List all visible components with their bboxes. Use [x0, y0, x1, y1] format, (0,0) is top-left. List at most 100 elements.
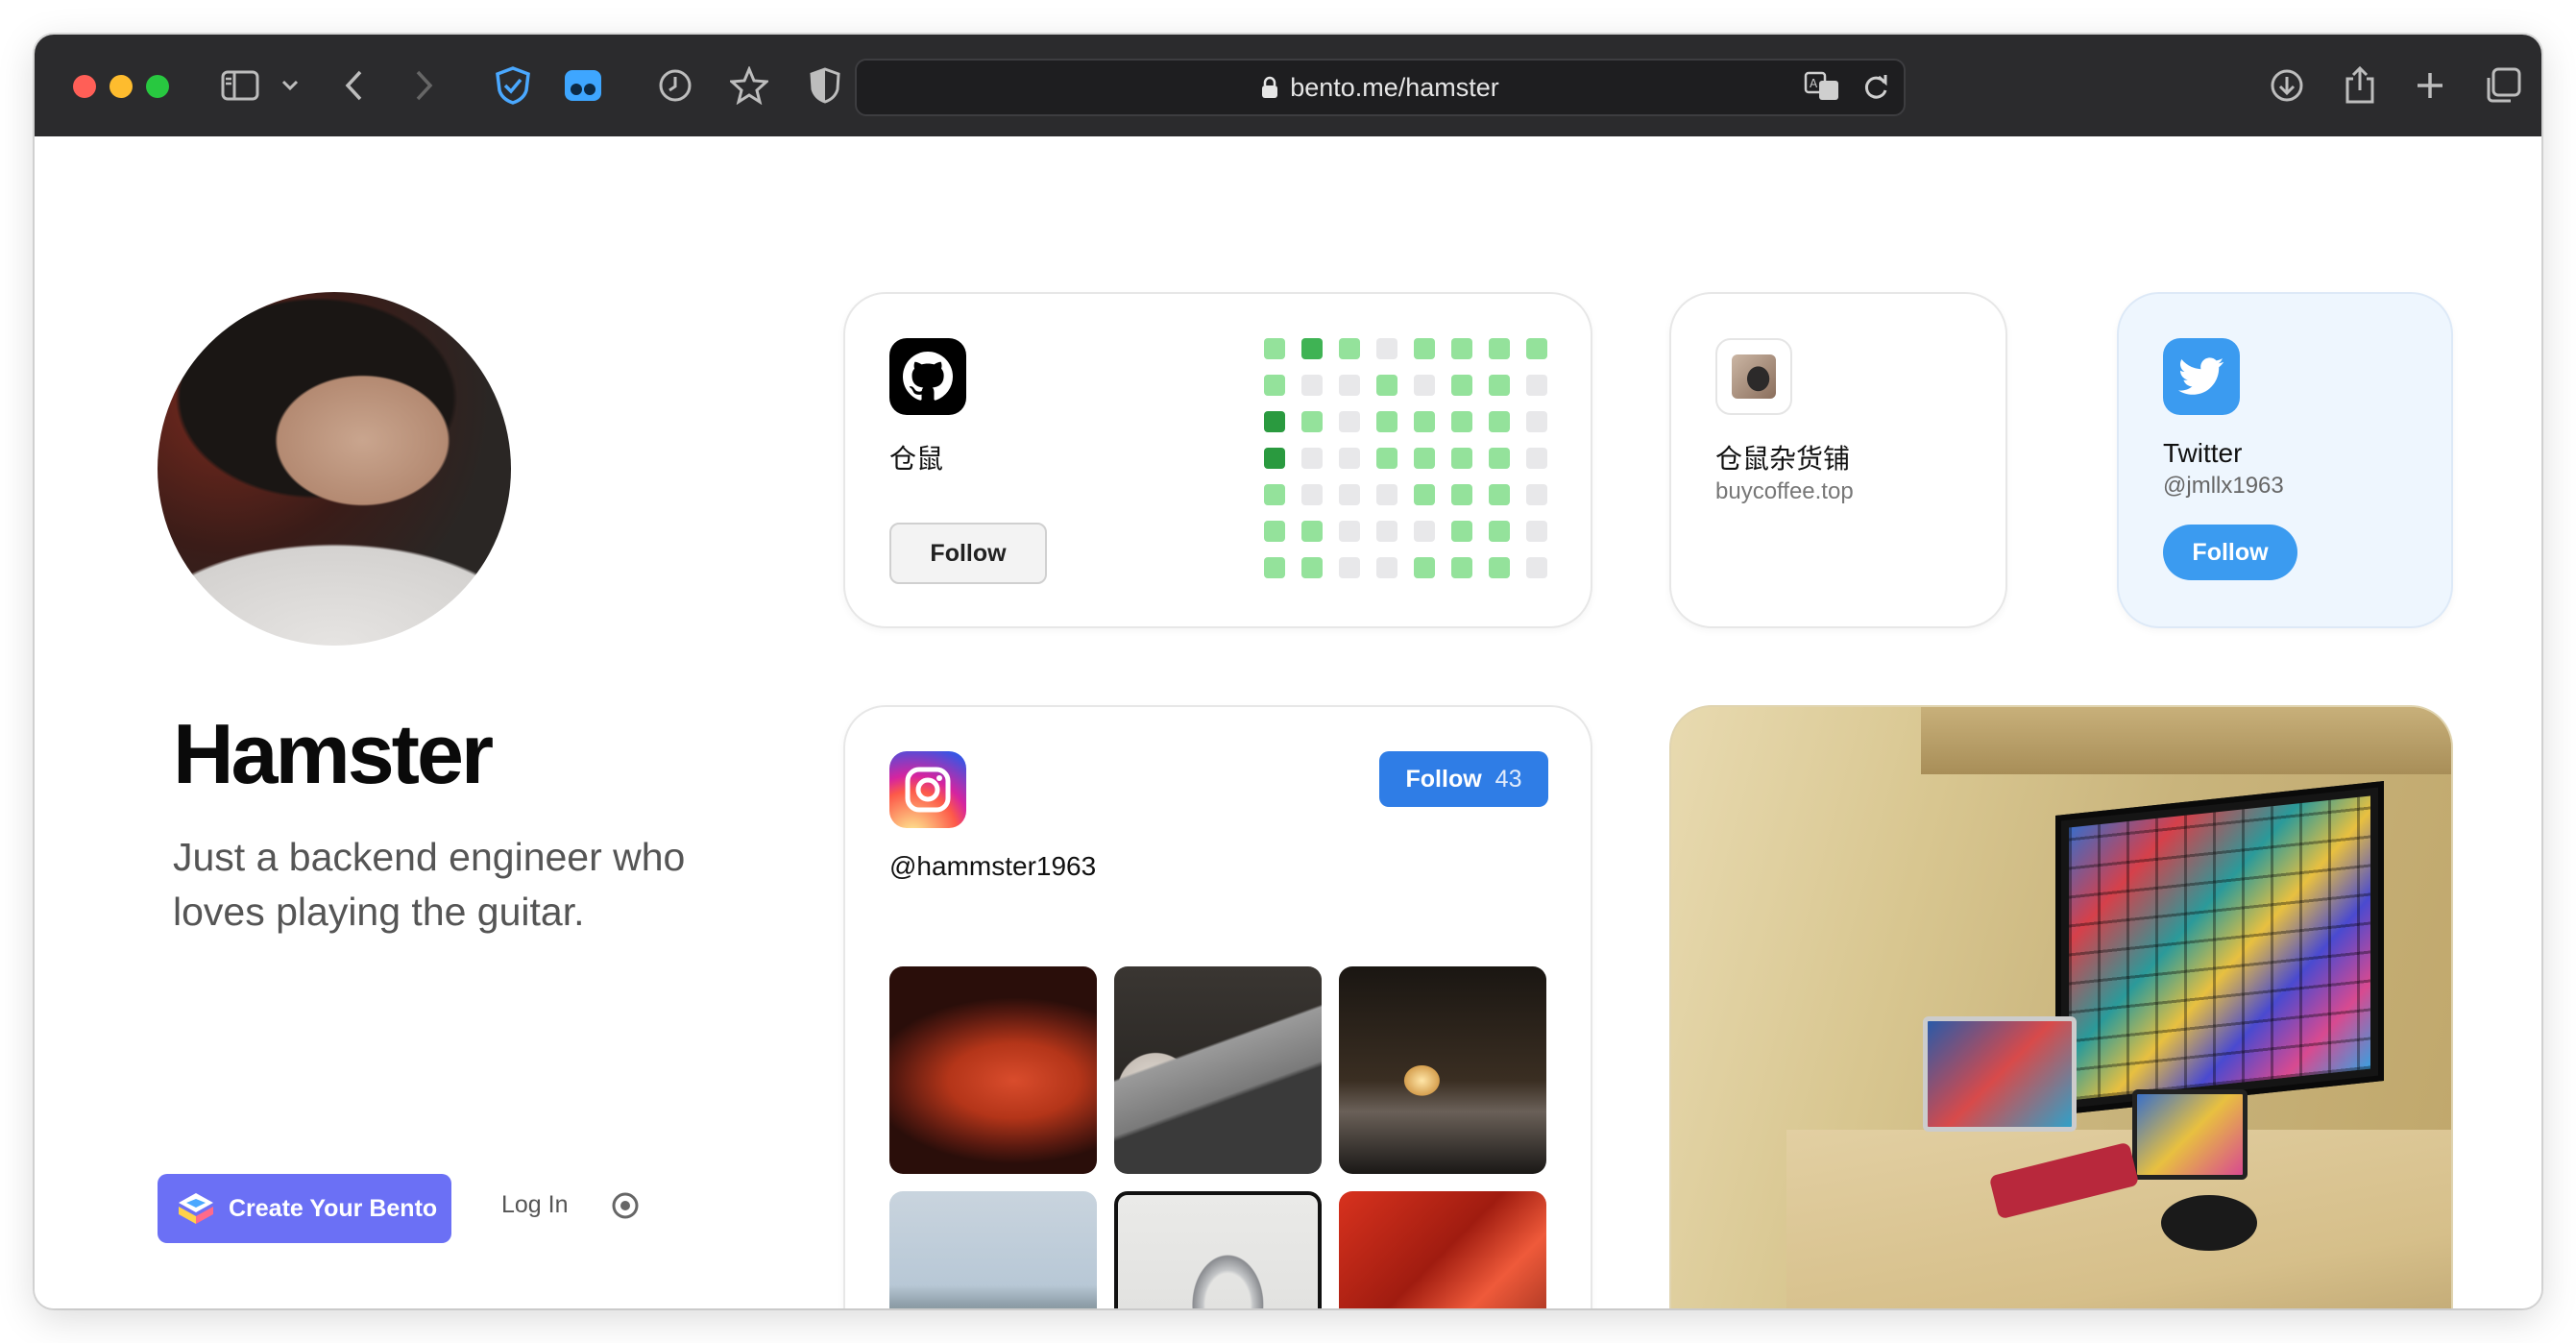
instagram-photo[interactable] — [889, 1191, 1097, 1308]
contribution-cell — [1376, 338, 1397, 359]
contribution-cell — [1414, 521, 1435, 542]
contribution-cell — [1526, 411, 1547, 432]
page-content: Hamster Just a backend engineer who love… — [35, 136, 2541, 1308]
reload-icon[interactable] — [1861, 71, 1890, 107]
shop-card[interactable]: 仓鼠杂货铺 buycoffee.top — [1669, 292, 2007, 628]
contribution-cell — [1301, 338, 1323, 359]
contribution-cell — [1451, 484, 1472, 505]
twitter-name: Twitter — [2163, 438, 2243, 468]
github-follow-button[interactable]: Follow — [889, 523, 1047, 584]
create-bento-button[interactable]: Create Your Bento — [158, 1174, 451, 1243]
contribution-cell — [1301, 411, 1323, 432]
star-icon[interactable] — [730, 63, 768, 108]
contribution-cell — [1376, 375, 1397, 396]
shield-check-icon[interactable] — [494, 63, 532, 108]
contribution-cell — [1414, 411, 1435, 432]
contribution-cell — [1489, 448, 1510, 469]
github-icon — [889, 338, 966, 415]
instagram-follow-button[interactable]: Follow 43 — [1379, 751, 1548, 807]
contribution-cell — [1451, 448, 1472, 469]
contribution-cell — [1264, 411, 1285, 432]
twitter-card[interactable]: Twitter @jmllx1963 Follow — [2117, 292, 2453, 628]
login-link[interactable]: Log In — [501, 1191, 569, 1219]
tabs-overview-icon[interactable] — [2484, 63, 2522, 108]
browser-toolbar: bento.me/hamster A — [35, 35, 2541, 138]
twitter-handle: @jmllx1963 — [2163, 473, 2284, 499]
avatar — [158, 292, 511, 646]
address-bar[interactable]: bento.me/hamster A — [855, 59, 1906, 116]
back-icon[interactable] — [344, 63, 365, 108]
contribution-cell — [1301, 521, 1323, 542]
instagram-icon — [889, 751, 966, 828]
instagram-follow-label: Follow — [1405, 765, 1482, 793]
sidebar-icon[interactable] — [221, 63, 259, 108]
contribution-cell — [1264, 484, 1285, 505]
contribution-cell — [1301, 448, 1323, 469]
contribution-cell — [1376, 448, 1397, 469]
contribution-cell — [1376, 557, 1397, 578]
translate-icon[interactable]: A — [1804, 70, 1840, 108]
instagram-photo[interactable] — [1339, 1191, 1546, 1308]
twitter-follow-button[interactable]: Follow — [2163, 525, 2297, 580]
contribution-cell — [1264, 448, 1285, 469]
contribution-cell — [1489, 338, 1510, 359]
new-tab-icon[interactable] — [2415, 63, 2445, 108]
share-icon[interactable] — [2344, 63, 2376, 108]
contribution-cell — [1264, 521, 1285, 542]
contribution-cell — [1414, 557, 1435, 578]
contribution-cell — [1376, 484, 1397, 505]
profile-bio: Just a backend engineer who loves playin… — [173, 835, 686, 934]
contribution-cell — [1339, 521, 1360, 542]
contribution-cell — [1339, 411, 1360, 432]
contribution-cell — [1451, 338, 1472, 359]
twitter-icon — [2163, 338, 2240, 415]
create-bento-label: Create Your Bento — [229, 1194, 438, 1222]
contribution-cell — [1451, 557, 1472, 578]
contribution-cell — [1489, 375, 1510, 396]
instagram-photo[interactable] — [889, 966, 1097, 1174]
github-name: 仓鼠 — [889, 444, 944, 474]
chevron-down-icon[interactable] — [280, 63, 300, 108]
compass-icon[interactable] — [611, 1191, 640, 1225]
contribution-cell — [1414, 338, 1435, 359]
contribution-cell — [1264, 375, 1285, 396]
desk-photo-card[interactable] — [1669, 705, 2453, 1308]
contribution-cell — [1526, 484, 1547, 505]
download-icon[interactable] — [2269, 63, 2305, 108]
extension-icon[interactable] — [563, 63, 603, 108]
shop-logo — [1715, 338, 1792, 415]
contribution-cell — [1339, 338, 1360, 359]
url-text: bento.me/hamster — [1290, 72, 1499, 102]
contribution-cell — [1264, 557, 1285, 578]
contribution-cell — [1414, 484, 1435, 505]
forward-icon[interactable] — [413, 63, 434, 108]
instagram-handle: @hammster1963 — [889, 851, 1097, 881]
svg-text:A: A — [1810, 77, 1818, 90]
instagram-card[interactable]: @hammster1963 Follow 43 — [843, 705, 1592, 1308]
browser-window: bento.me/hamster A Hamster Just a backen… — [35, 35, 2541, 1308]
contribution-cell — [1526, 448, 1547, 469]
contribution-cell — [1376, 411, 1397, 432]
zoom-window-button[interactable] — [146, 75, 169, 98]
instagram-follow-count: 43 — [1495, 765, 1522, 793]
instagram-photo[interactable] — [1114, 1191, 1322, 1308]
github-card[interactable]: 仓鼠 Follow — [843, 292, 1592, 628]
contribution-cell — [1339, 375, 1360, 396]
contribution-cell — [1526, 338, 1547, 359]
history-icon[interactable] — [657, 63, 693, 108]
contribution-cell — [1489, 411, 1510, 432]
contribution-cell — [1301, 557, 1323, 578]
bento-logo-icon — [179, 1193, 213, 1224]
profile-name: Hamster — [173, 706, 494, 801]
contribution-cell — [1526, 521, 1547, 542]
minimize-window-button[interactable] — [109, 75, 133, 98]
github-contribution-grid — [1264, 338, 1547, 578]
instagram-photo[interactable] — [1114, 966, 1322, 1174]
privacy-shield-icon[interactable] — [809, 63, 841, 108]
contribution-cell — [1339, 484, 1360, 505]
instagram-photo[interactable] — [1339, 966, 1546, 1174]
contribution-cell — [1301, 375, 1323, 396]
contribution-cell — [1489, 521, 1510, 542]
lock-icon — [1262, 76, 1278, 98]
close-window-button[interactable] — [73, 75, 96, 98]
